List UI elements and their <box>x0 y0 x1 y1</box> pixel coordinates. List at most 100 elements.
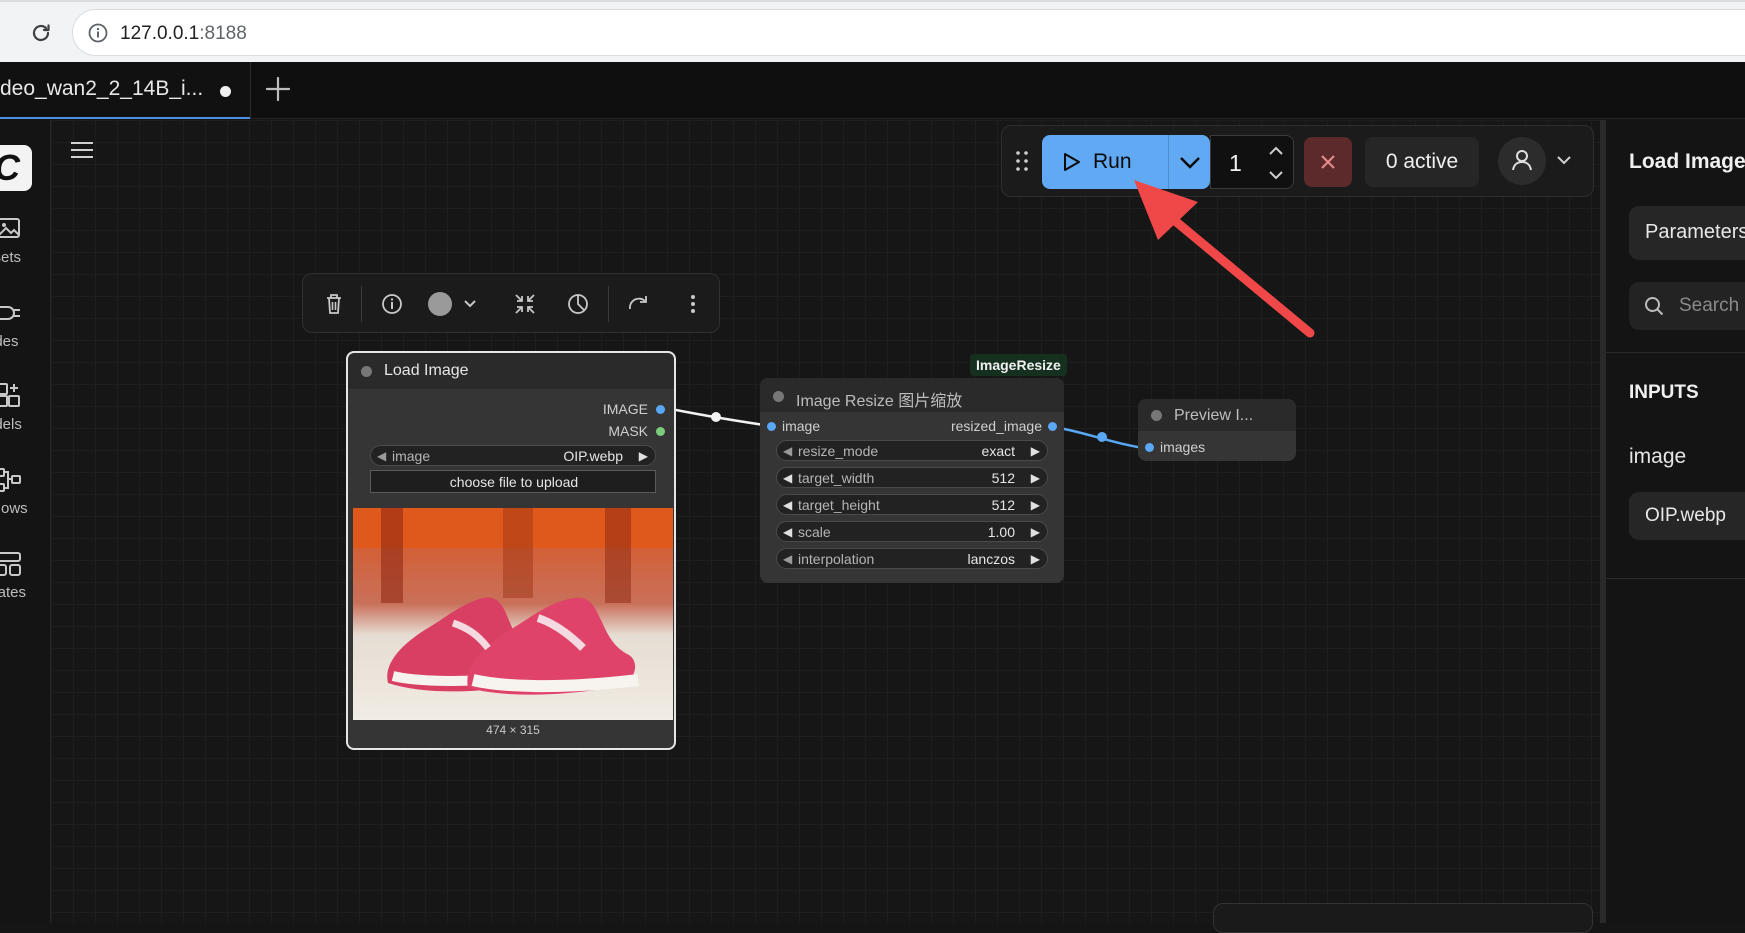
node-collapse-dot-icon[interactable] <box>361 366 372 377</box>
user-avatar-button[interactable] <box>1498 137 1546 185</box>
node-header[interactable]: Image Resize 图片缩放 <box>760 378 1064 412</box>
collapse-icon[interactable] <box>510 289 540 319</box>
chevron-down-icon[interactable] <box>1263 164 1289 186</box>
chevron-down-icon[interactable] <box>1554 150 1574 170</box>
chevron-up-icon[interactable] <box>1263 140 1289 162</box>
node-collapse-dot-icon[interactable] <box>1151 410 1162 421</box>
url-text[interactable]: 127.0.0.1:8188 <box>120 23 247 45</box>
more-options-icon[interactable] <box>678 289 708 319</box>
widget-name: target_width <box>798 470 875 486</box>
output-slot-resized-image[interactable] <box>1048 422 1057 431</box>
workflow-icon <box>0 468 21 492</box>
output-slot-image-label: IMAGE <box>602 401 648 417</box>
node-title: Image Resize 图片缩放 <box>796 393 963 410</box>
panel-search-input[interactable]: Search <box>1629 282 1745 330</box>
decrement-arrow-icon[interactable]: ◀ <box>783 444 792 458</box>
plug-icon <box>0 306 20 320</box>
sidebar-item-templates[interactable]: plates <box>0 550 50 620</box>
sneaker-photo <box>353 508 673 720</box>
image-combo-widget[interactable]: ◀ image OIP.webp ▶ <box>370 445 656 466</box>
node-collapse-dot-icon[interactable] <box>773 391 784 402</box>
increment-arrow-icon[interactable]: ▶ <box>1031 525 1040 539</box>
increment-arrow-icon[interactable]: ▶ <box>639 449 648 463</box>
comfy-logo[interactable]: C <box>0 145 32 191</box>
reload-button[interactable] <box>24 16 58 50</box>
decrement-arrow-icon[interactable]: ◀ <box>783 552 792 566</box>
address-bar[interactable]: 127.0.0.1:8188 <box>72 9 1745 56</box>
search-icon <box>1645 297 1664 316</box>
scale-widget[interactable]: ◀ scale 1.00 ▶ <box>776 521 1048 542</box>
cube-sparkle-icon <box>0 383 20 407</box>
sidebar-item-workflows[interactable]: kflows <box>0 466 50 536</box>
decrement-arrow-icon[interactable]: ◀ <box>377 449 386 463</box>
queue-active-button[interactable]: 0 active <box>1365 137 1479 187</box>
widget-value: 512 <box>991 470 1015 486</box>
panel-title: Load Image <box>1629 150 1745 173</box>
image-preview <box>353 508 673 720</box>
output-slot-mask[interactable] <box>656 427 665 436</box>
upload-button-label: choose file to upload <box>449 474 579 490</box>
tab-divider <box>250 62 251 119</box>
node-title: Preview I... <box>1174 407 1254 424</box>
run-mode-dropdown[interactable] <box>1168 135 1210 189</box>
trash-icon[interactable] <box>319 289 349 319</box>
decrement-arrow-icon[interactable]: ◀ <box>783 498 792 512</box>
upload-button[interactable]: choose file to upload <box>370 470 656 493</box>
resize-mode-widget[interactable]: ◀ resize_mode exact ▶ <box>776 440 1048 461</box>
target-height-widget[interactable]: ◀ target_height 512 ▶ <box>776 494 1048 515</box>
sidebar-item-assets[interactable]: ssets <box>0 215 50 285</box>
workflow-tab-bar: deo_wan2_2_14B_i... <box>0 62 1745 119</box>
browser-tabstrip-edge <box>0 0 1745 2</box>
increment-arrow-icon[interactable]: ▶ <box>1031 498 1040 512</box>
workflow-tab-active[interactable]: deo_wan2_2_14B_i... <box>0 62 250 119</box>
preview-image-node[interactable]: Preview I... images <box>1138 399 1296 461</box>
widget-value: 1.00 <box>987 524 1015 540</box>
increment-arrow-icon[interactable]: ▶ <box>1031 471 1040 485</box>
decrement-arrow-icon[interactable]: ◀ <box>783 525 792 539</box>
decrement-arrow-icon[interactable]: ◀ <box>783 471 792 485</box>
input-slot-images[interactable] <box>1145 443 1154 452</box>
run-button[interactable]: Run <box>1042 135 1168 189</box>
section-heading: INPUTS <box>1629 382 1699 403</box>
hamburger-menu-icon[interactable] <box>70 140 94 160</box>
load-image-node[interactable]: Load Image IMAGE MASK ◀ image OIP.webp ▶… <box>346 351 676 750</box>
sidebar-item-models[interactable]: odels <box>0 382 50 452</box>
cancel-run-button[interactable] <box>1304 137 1352 187</box>
node-header[interactable]: Preview I... <box>1138 399 1296 431</box>
output-slot-resized-label: resized_image <box>950 418 1042 434</box>
info-icon[interactable] <box>377 289 407 319</box>
sidebar-item-label: plates <box>0 584 27 601</box>
output-slot-image[interactable] <box>656 405 665 414</box>
input-slot-image[interactable] <box>767 422 776 431</box>
queue-count-value: 1 <box>1229 150 1242 176</box>
sidebar-item-nodes[interactable]: odes <box>0 299 50 369</box>
image-field[interactable]: OIP.webp <box>1629 492 1745 540</box>
node-header[interactable]: Load Image <box>348 353 674 389</box>
logo-glyph-icon: C <box>0 147 20 189</box>
node-title: Load Image <box>384 362 469 379</box>
new-tab-plus-icon[interactable] <box>263 74 293 104</box>
color-swatch-icon <box>428 292 476 316</box>
increment-arrow-icon[interactable]: ▶ <box>1031 444 1040 458</box>
widget-name: interpolation <box>798 551 875 567</box>
image-resize-node[interactable]: Image Resize 图片缩放 image resized_image ◀ … <box>760 378 1064 583</box>
template-icon <box>0 552 21 576</box>
tab-parameters-label: Parameters <box>1645 221 1745 243</box>
tab-parameters[interactable]: Parameters <box>1629 206 1745 260</box>
widget-name: target_height <box>798 497 880 513</box>
left-sidebar: C ssets odes odels kflows plates <box>0 120 51 923</box>
color-picker-button[interactable] <box>427 289 483 319</box>
queue-count-input[interactable]: 1 <box>1210 135 1294 189</box>
increment-arrow-icon[interactable]: ▶ <box>1031 552 1040 566</box>
run-toolbar: Run 1 0 active <box>1001 125 1594 197</box>
output-slot-mask-label: MASK <box>608 423 648 439</box>
redo-icon[interactable] <box>623 289 653 319</box>
drag-handle-icon[interactable] <box>1015 150 1029 172</box>
widget-value: lanczos <box>967 551 1015 567</box>
sidebar-item-label: odes <box>0 333 19 350</box>
target-width-widget[interactable]: ◀ target_width 512 ▶ <box>776 467 1048 488</box>
bypass-icon[interactable] <box>563 289 593 319</box>
widget-value: 512 <box>991 497 1015 513</box>
interpolation-widget[interactable]: ◀ interpolation lanczos ▶ <box>776 548 1048 569</box>
site-info-icon[interactable] <box>87 22 109 44</box>
